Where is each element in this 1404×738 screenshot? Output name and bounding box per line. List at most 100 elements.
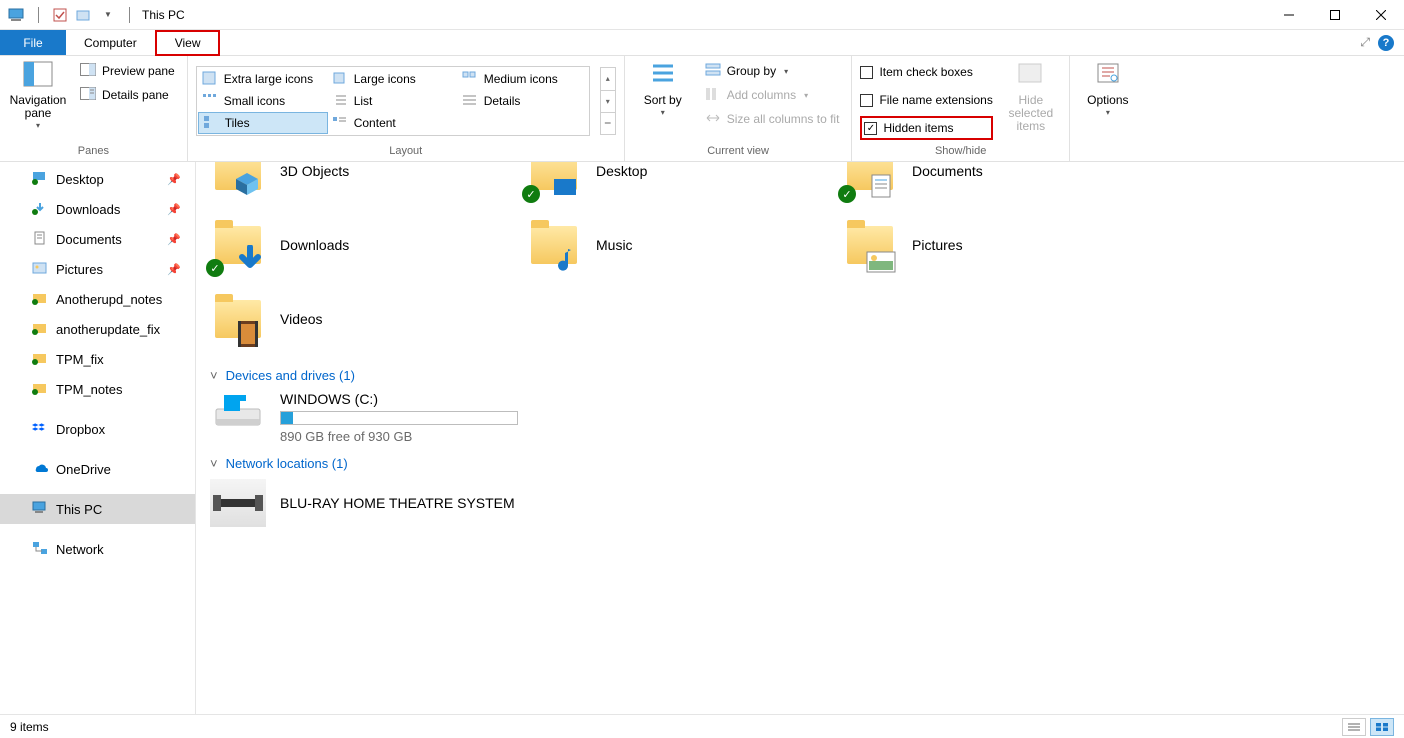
ribbon-group-options: Options▾ [1070,56,1146,161]
folder-sync-icon [32,351,48,367]
details-pane-icon [80,87,96,103]
add-columns-button: Add columns▾ [701,84,844,106]
preview-pane-icon [80,63,96,79]
folder-videos[interactable]: Videos [210,282,526,356]
hide-selected-items-button: Hide selected items [1001,60,1061,134]
nav-dropbox[interactable]: Dropbox [0,414,195,444]
minimize-ribbon-icon[interactable]: ⤢ [1360,35,1370,50]
layout-large[interactable]: Large icons [328,68,458,90]
layout-gallery-scroller[interactable]: ▴▾＝ [600,67,616,135]
nav-documents[interactable]: Documents📌 [0,224,195,254]
chevron-down-icon: ˅ [210,368,218,383]
new-folder-icon[interactable] [75,6,93,24]
folder-desktop[interactable]: ✓ Desktop [526,162,842,208]
status-item-count: 9 items [10,720,49,734]
ribbon-group-current-view: Sort by▾ Group by▾ Add columns▾ Size all… [625,56,853,161]
size-columns-icon [705,111,721,127]
drive-c[interactable]: WINDOWS (C:) 890 GB free of 930 GB [210,391,526,444]
nav-downloads[interactable]: Downloads📌 [0,194,195,224]
ribbon-view: Navigation pane ▾ Preview pane Details p… [0,56,1404,162]
sort-by-icon [647,60,679,92]
folder-sync-icon [32,321,48,337]
ribbon-tab-strip: File Computer View ⤢ ? [0,30,1404,56]
dropbox-icon [32,421,48,437]
group-by-icon [705,63,721,79]
folder-downloads[interactable]: ✓ Downloads [210,208,526,282]
nav-network[interactable]: Network [0,534,195,564]
nav-this-pc[interactable]: This PC [0,494,195,524]
folder-pictures[interactable]: Pictures [842,208,1158,282]
folder-documents[interactable]: ✓ Documents [842,162,1158,208]
onedrive-icon [32,461,48,477]
drive-free-text: 890 GB free of 930 GB [280,429,518,444]
view-details-button[interactable] [1342,718,1366,736]
drive-name: WINDOWS (C:) [280,391,518,407]
nav-folder-3[interactable]: TPM_fix [0,344,195,374]
options-button[interactable]: Options▾ [1078,60,1138,118]
sync-check-icon: ✓ [522,185,540,203]
add-columns-icon [705,87,721,103]
drive-usage-bar [280,411,518,425]
folder-3d-objects[interactable]: 3D Objects [210,162,526,208]
drive-icon [210,391,266,433]
details-pane-button[interactable]: Details pane [76,84,179,106]
nav-desktop[interactable]: Desktop📌 [0,164,195,194]
folder-sync-icon [32,381,48,397]
sync-check-icon: ✓ [206,259,224,277]
downloads-icon [32,201,48,217]
nav-onedrive[interactable]: OneDrive [0,454,195,484]
section-network-locations[interactable]: ˅ Network locations (1) [210,456,1390,471]
size-all-columns-button: Size all columns to fit [701,108,844,130]
tab-view[interactable]: View [155,30,221,56]
minimize-button[interactable] [1266,0,1312,30]
hide-selected-icon [1015,60,1047,92]
layout-small[interactable]: Small icons [198,90,328,112]
navigation-tree[interactable]: Desktop📌 Downloads📌 Documents📌 Pictures📌… [0,162,196,714]
help-icon[interactable]: ? [1378,35,1394,51]
layout-gallery[interactable]: Extra large icons Large icons Medium ico… [196,66,590,136]
layout-tiles[interactable]: Tiles [198,112,328,134]
group-by-button[interactable]: Group by▾ [701,60,844,82]
nav-pictures[interactable]: Pictures📌 [0,254,195,284]
pin-icon: 📌 [167,233,181,246]
view-tiles-button[interactable] [1370,718,1394,736]
layout-content[interactable]: Content [328,112,458,134]
title-bar: ▼ This PC [0,0,1404,30]
navigation-pane-button[interactable]: Navigation pane ▾ [8,60,68,131]
pin-icon: 📌 [167,263,181,276]
network-icon [32,541,48,557]
section-devices[interactable]: ˅ Devices and drives (1) [210,368,1390,383]
layout-extra-large[interactable]: Extra large icons [198,68,328,90]
nav-folder-2[interactable]: anotherupdate_fix [0,314,195,344]
properties-icon[interactable] [51,6,69,24]
sort-by-button[interactable]: Sort by▾ [633,60,693,118]
tab-computer[interactable]: Computer [66,30,155,55]
layout-details[interactable]: Details [458,90,588,112]
close-button[interactable] [1358,0,1404,30]
item-check-boxes-toggle[interactable]: Item check boxes [860,60,992,84]
checkbox-icon [860,66,873,79]
navigation-pane-icon [22,60,54,92]
preview-pane-button[interactable]: Preview pane [76,60,179,82]
ribbon-group-layout: Extra large icons Large icons Medium ico… [188,56,625,161]
chevron-down-icon: ˅ [210,456,218,471]
layout-medium[interactable]: Medium icons [458,68,588,90]
file-name-extensions-toggle[interactable]: File name extensions [860,88,992,112]
qat-dropdown-icon[interactable]: ▼ [99,6,117,24]
nav-folder-4[interactable]: TPM_notes [0,374,195,404]
nav-folder-1[interactable]: Anotherupd_notes [0,284,195,314]
folder-music[interactable]: Music [526,208,842,282]
tab-file[interactable]: File [0,30,66,55]
hidden-items-toggle[interactable]: ✓Hidden items [860,116,992,140]
ribbon-group-show-hide: Item check boxes File name extensions ✓H… [852,56,1069,161]
chevron-down-icon: ▾ [36,122,40,131]
content-area[interactable]: 3D Objects ✓ Desktop ✓ Documents [196,162,1404,714]
computer-icon [8,6,26,24]
pin-icon: 📌 [167,173,181,186]
maximize-button[interactable] [1312,0,1358,30]
documents-icon [32,231,48,247]
network-location-item[interactable]: BLU-RAY HOME THEATRE SYSTEM [210,479,1390,527]
pictures-icon [32,261,48,277]
layout-list[interactable]: List [328,90,458,112]
checkbox-icon [860,94,873,107]
